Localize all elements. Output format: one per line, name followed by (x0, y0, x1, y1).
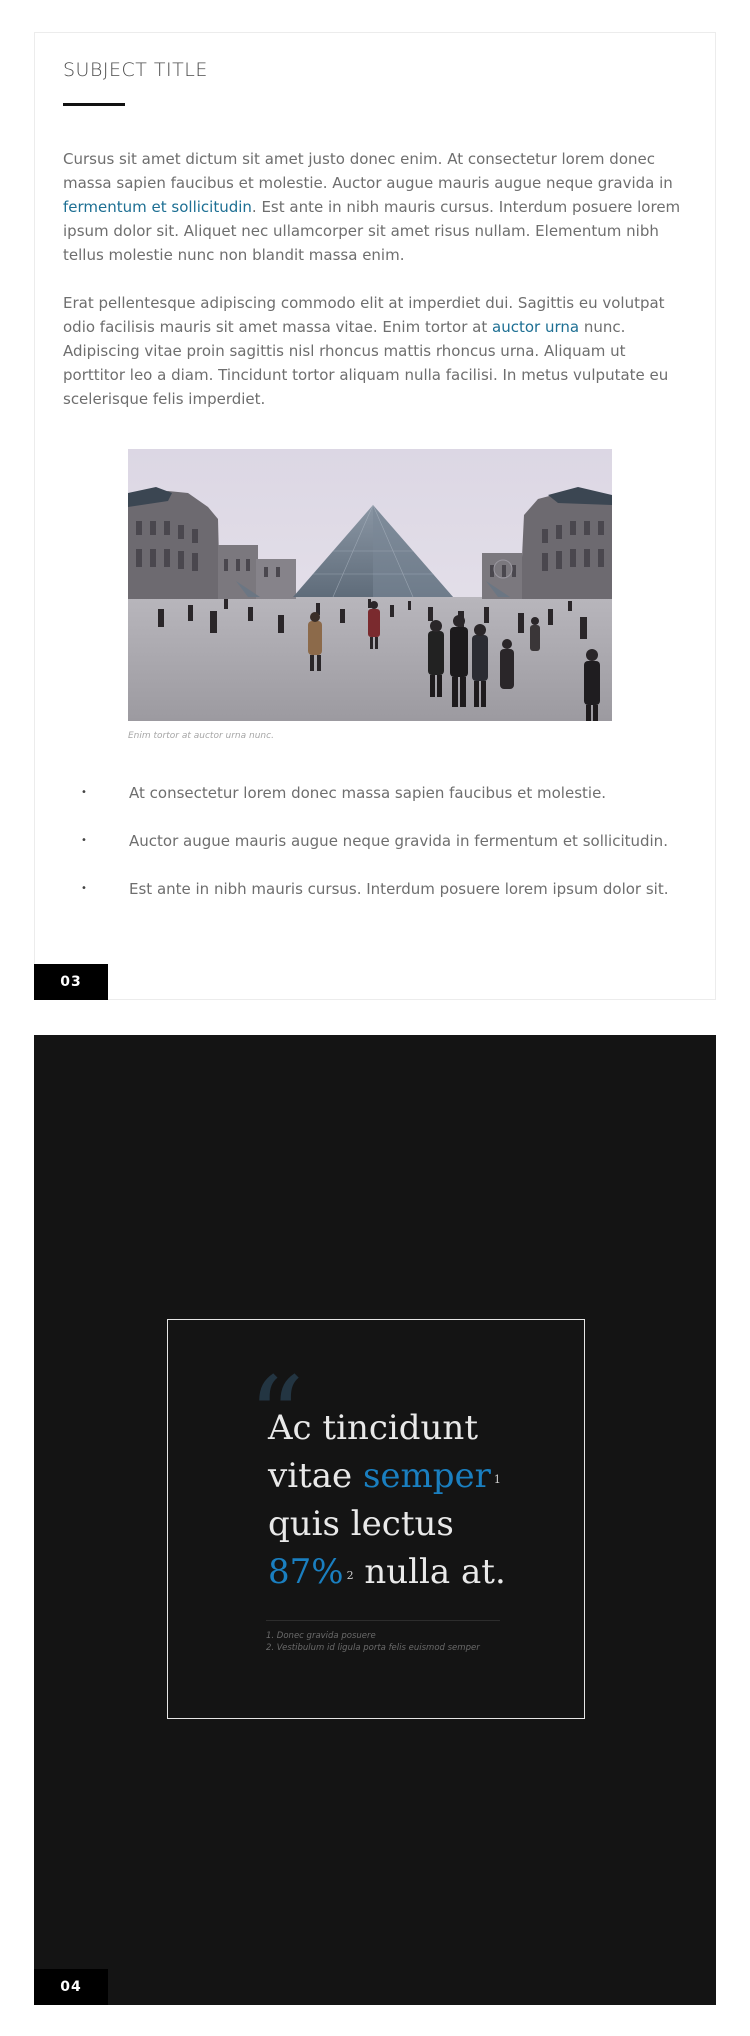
body-paragraph-1: Cursus sit amet dictum sit amet justo do… (63, 147, 683, 267)
photo-caption: Enim tortor at auctor urna nunc. (128, 731, 274, 741)
footnote-ref-2[interactable]: 2 (347, 1569, 354, 1582)
link-fermentum-et-sollicitudin[interactable]: fermentum et sollicitudin (63, 198, 252, 216)
list-item: • Est ante in nibh mauris cursus. Interd… (81, 877, 681, 925)
list-item-text: Est ante in nibh mauris cursus. Interdum… (129, 880, 669, 898)
quote-line-4-plain: nulla at. (353, 1552, 506, 1592)
page-number: 04 (34, 1969, 108, 2005)
page-04: “ Ac tincidunt vitae semper 1 quis lectus 87… (34, 1035, 716, 2005)
pull-quote: Ac tincidunt vitae semper 1 quis lectus 87% 2… (268, 1404, 568, 1596)
subject-title: SUBJECT TITLE (63, 59, 208, 81)
footnotes: 1. Donec gravida posuere 2. Vestibulum i… (266, 1630, 480, 1654)
body-paragraph-2: Erat pellentesque adipiscing commodo eli… (63, 291, 683, 411)
bullet-icon: • (81, 787, 87, 798)
list-item-text: At consectetur lorem donec massa sapien … (129, 784, 607, 802)
louvre-pyramid-photo (128, 449, 612, 721)
bullet-icon: • (81, 883, 87, 894)
quote-line-2-plain: vitae (268, 1456, 363, 1496)
link-auctor-urna[interactable]: auctor urna (492, 318, 579, 336)
list-item: • At consectetur lorem donec massa sapie… (81, 781, 681, 829)
quote-accent-semper: semper (362, 1456, 491, 1496)
quote-line-3: quis lectus (268, 1504, 454, 1544)
footnote-divider (266, 1620, 500, 1621)
bullet-icon: • (81, 835, 87, 846)
quote-line-1: Ac tincidunt (268, 1408, 478, 1448)
list-item-text: Auctor augue mauris augue neque gravida … (129, 832, 668, 850)
para1-text-start: Cursus sit amet dictum sit amet justo do… (63, 150, 673, 192)
bullet-list: • At consectetur lorem donec massa sapie… (81, 781, 681, 925)
footnote-ref-1[interactable]: 1 (494, 1473, 501, 1486)
quote-frame: “ Ac tincidunt vitae semper 1 quis lectus 87… (167, 1319, 585, 1719)
footnote-2: 2. Vestibulum id ligula porta felis euis… (266, 1643, 480, 1653)
page-03: SUBJECT TITLE Cursus sit amet dictum sit… (34, 32, 716, 1000)
page-number: 03 (34, 964, 108, 1000)
title-underline (63, 103, 125, 106)
quote-accent-percent: 87% (268, 1552, 344, 1592)
footnote-1: 1. Donec gravida posuere (266, 1631, 376, 1641)
list-item: • Auctor augue mauris augue neque gravid… (81, 829, 681, 877)
